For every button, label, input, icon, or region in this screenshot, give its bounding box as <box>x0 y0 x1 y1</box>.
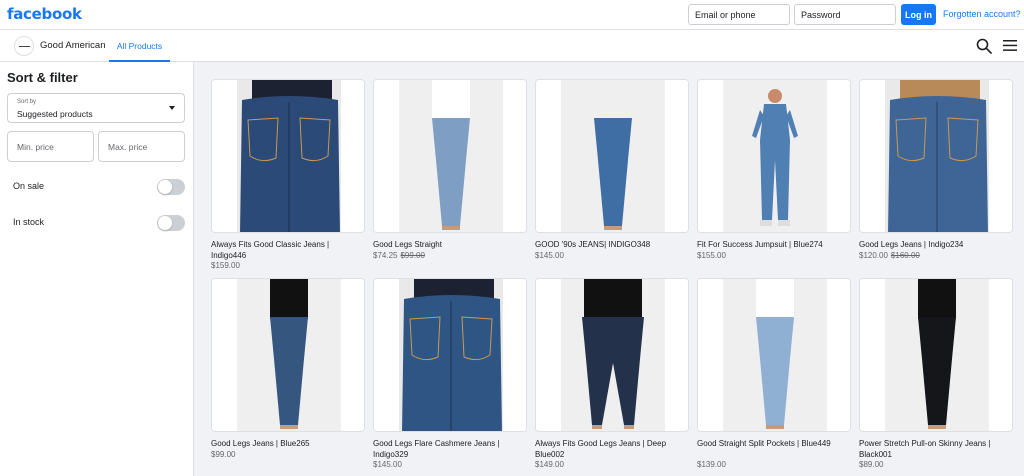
product-price-row: $145.00 <box>373 460 402 469</box>
caret-down-icon <box>169 106 175 110</box>
product-price: $145.00 <box>373 460 402 469</box>
shop-nav-bar: Good American All Products <box>0 30 1024 62</box>
product-price: $99.00 <box>211 450 236 459</box>
product-price: $145.00 <box>535 251 564 260</box>
product-price-row: $99.00 <box>211 450 235 459</box>
facebook-logo[interactable]: facebook <box>7 5 82 23</box>
product-image[interactable] <box>859 79 1013 233</box>
product-image[interactable] <box>859 278 1013 432</box>
product-price: $149.00 <box>535 460 564 469</box>
product-price: $139.00 <box>697 460 726 469</box>
product-price-row: $149.00 <box>535 460 564 469</box>
product-title[interactable]: Always Fits Good Classic Jeans | Indigo4… <box>211 240 365 261</box>
product-title[interactable]: Fit For Success Jumpsuit | Blue274 <box>697 240 851 251</box>
sort-by-select[interactable]: Sort by Suggested products <box>7 93 185 123</box>
product-image[interactable] <box>697 79 851 233</box>
toggle-knob <box>158 180 172 194</box>
product-price: $155.00 <box>697 251 726 260</box>
toggle-knob <box>158 216 172 230</box>
sort-filter-title: Sort & filter <box>7 70 78 85</box>
on-sale-label: On sale <box>13 181 45 191</box>
on-sale-toggle[interactable] <box>157 179 185 195</box>
product-title[interactable]: Good Legs Jeans | Indigo234 <box>859 240 1013 251</box>
product-title[interactable]: Always Fits Good Legs Jeans | Deep Blue0… <box>535 439 689 460</box>
min-price-input[interactable] <box>7 131 94 162</box>
search-icon[interactable] <box>976 38 992 54</box>
product-title[interactable]: Power Stretch Pull-on Skinny Jeans | Bla… <box>859 439 1013 460</box>
product-original-price: $99.00 <box>400 251 425 260</box>
email-field[interactable] <box>688 4 790 25</box>
product-image[interactable] <box>535 278 689 432</box>
login-button[interactable]: Log in <box>901 4 936 25</box>
product-price-row: $155.00 <box>697 251 726 260</box>
product-image[interactable] <box>373 79 527 233</box>
product-image[interactable] <box>373 278 527 432</box>
filter-sidebar: Sort & filter Sort by Suggested products… <box>0 62 194 476</box>
product-title[interactable]: Good Legs Straight <box>373 240 527 251</box>
forgot-account-link[interactable]: Forgotten account? <box>943 9 1021 19</box>
product-image[interactable] <box>211 79 365 233</box>
product-price: $159.00 <box>211 261 240 270</box>
product-image[interactable] <box>697 278 851 432</box>
max-price-input[interactable] <box>98 131 185 162</box>
product-image[interactable] <box>535 79 689 233</box>
password-field[interactable] <box>794 4 896 25</box>
product-price-row: $159.00 <box>211 261 240 270</box>
product-title[interactable]: Good Legs Flare Cashmere Jeans | Indigo3… <box>373 439 527 460</box>
product-price-row: $145.00 <box>535 251 564 260</box>
shop-name[interactable]: Good American <box>40 40 105 51</box>
product-price-row: $74.25 $99.00 <box>373 251 425 260</box>
in-stock-toggle[interactable] <box>157 215 185 231</box>
product-price: $74.25 <box>373 251 398 260</box>
in-stock-label: In stock <box>13 217 45 227</box>
facebook-header: facebook Log in Forgotten account? <box>0 0 1024 30</box>
sort-by-value: Suggested products <box>17 109 93 119</box>
product-price-row: $120.00 $160.00 <box>859 251 920 260</box>
product-title[interactable]: GOOD '90s JEANS| INDIGO348 <box>535 240 689 251</box>
product-title[interactable]: Good Straight Split Pockets | Blue449 <box>697 439 851 450</box>
product-price-row: $139.00 <box>697 460 726 469</box>
sort-by-label: Sort by <box>17 99 37 105</box>
product-title[interactable]: Good Legs Jeans | Blue265 <box>211 439 365 450</box>
product-original-price: $160.00 <box>890 251 920 260</box>
product-price-row: $89.00 <box>859 460 883 469</box>
product-price: $120.00 <box>859 251 888 260</box>
shop-avatar[interactable] <box>14 36 34 56</box>
product-image[interactable] <box>211 278 365 432</box>
tab-all-products[interactable]: All Products <box>109 30 170 62</box>
product-price: $89.00 <box>859 460 884 469</box>
menu-icon[interactable] <box>1003 39 1017 52</box>
